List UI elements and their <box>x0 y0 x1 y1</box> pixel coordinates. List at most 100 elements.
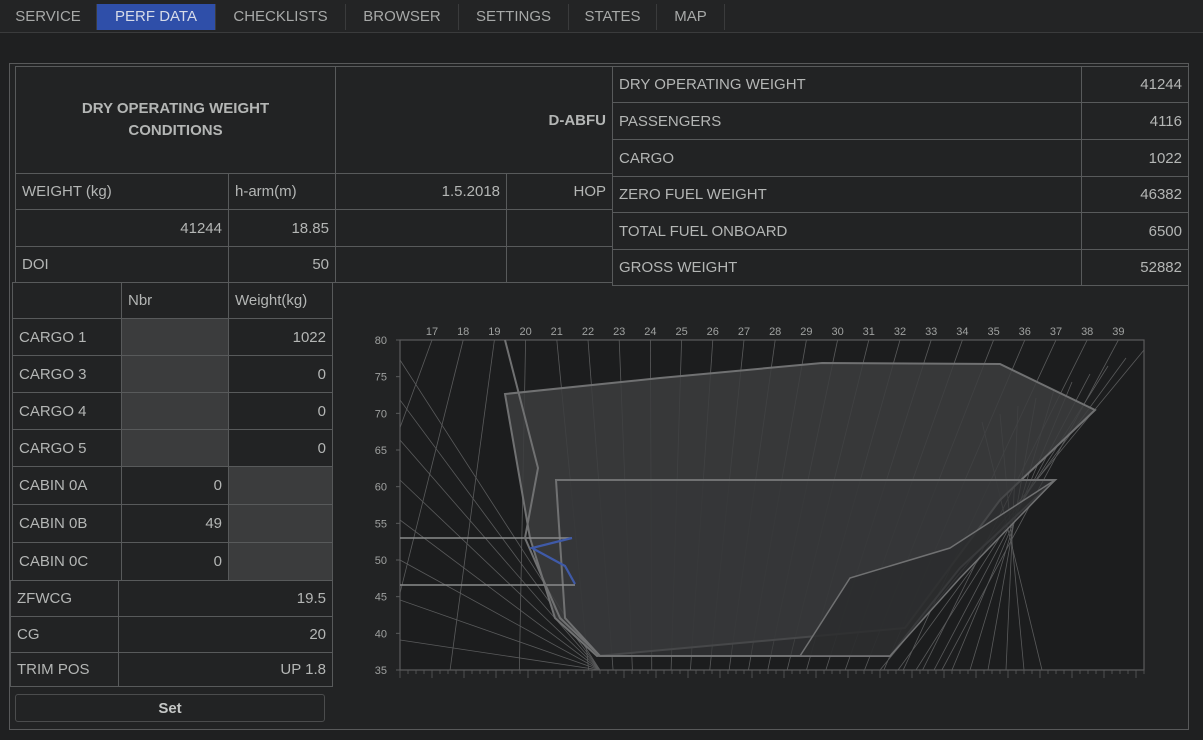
summary-label-dow: DRY OPERATING WEIGHT <box>612 66 1082 103</box>
trim-pos-label: TRIM POS <box>10 652 119 687</box>
cabin-0c-nbr-input[interactable]: 0 <box>121 542 229 581</box>
harm-value: 18.85 <box>228 209 336 247</box>
dow-weight-value: 41244 <box>15 209 229 247</box>
summary-value-cargo: 1022 <box>1081 139 1189 177</box>
cabin-0b-weight-disabled <box>228 504 333 543</box>
dow-conditions-title: DRY OPERATING WEIGHT CONDITIONS <box>15 66 336 174</box>
x-tick-label: 31 <box>863 326 875 338</box>
x-tick-label: 23 <box>613 326 625 338</box>
harm-label: h-arm(m) <box>228 173 336 210</box>
tab-checklists[interactable]: CHECKLISTS <box>216 4 346 30</box>
x-tick-label: 26 <box>707 326 719 338</box>
y-tick-label: 45 <box>375 592 387 604</box>
cargo-1-nbr-disabled <box>121 318 229 356</box>
cg-label: CG <box>10 616 119 653</box>
weight-column-header: Weight(kg) <box>228 282 333 319</box>
x-tick-label: 18 <box>457 326 469 338</box>
tab-states[interactable]: STATES <box>569 4 657 30</box>
registration: D-ABFU <box>335 66 613 174</box>
summary-label-gross: GROSS WEIGHT <box>612 249 1082 286</box>
summary-label-cargo: CARGO <box>612 139 1082 177</box>
weight-label: WEIGHT (kg) <box>15 173 229 210</box>
tab-settings[interactable]: SETTINGS <box>459 4 569 30</box>
x-tick-label: 28 <box>769 326 781 338</box>
cargo-3-nbr-disabled <box>121 355 229 393</box>
cargo-5-nbr-disabled <box>121 429 229 467</box>
x-tick-label: 38 <box>1081 326 1093 338</box>
cabin-0c-label: CABIN 0C <box>12 542 122 581</box>
tab-browser[interactable]: BROWSER <box>346 4 459 30</box>
summary-value-zfw: 46382 <box>1081 176 1189 213</box>
load-header-empty <box>12 282 122 319</box>
doi-label: DOI <box>15 246 229 283</box>
cargo-4-label: CARGO 4 <box>12 392 122 430</box>
y-tick-label: 70 <box>375 408 387 420</box>
cargo-1-label: CARGO 1 <box>12 318 122 356</box>
x-tick-label: 21 <box>551 326 563 338</box>
cabin-0a-label: CABIN 0A <box>12 466 122 505</box>
x-tick-label: 33 <box>925 326 937 338</box>
x-tick-label: 29 <box>800 326 812 338</box>
trim-pos-value: UP 1.8 <box>118 652 333 687</box>
zfwcg-label: ZFWCG <box>10 580 119 617</box>
x-tick-label: 32 <box>894 326 906 338</box>
tab-bar: SERVICE PERF DATA CHECKLISTS BROWSER SET… <box>0 0 1203 33</box>
x-tick-label: 22 <box>582 326 594 338</box>
cabin-0c-weight-disabled <box>228 542 333 581</box>
x-tick-label: 19 <box>488 326 500 338</box>
y-tick-label: 50 <box>375 555 387 567</box>
x-tick-label: 34 <box>956 326 968 338</box>
cg-value: 20 <box>118 616 333 653</box>
y-tick-label: 60 <box>375 482 387 494</box>
summary-label-passengers: PASSENGERS <box>612 102 1082 140</box>
cabin-0a-nbr-input[interactable]: 0 <box>121 466 229 505</box>
y-tick-label: 65 <box>375 445 387 457</box>
set-button[interactable]: Set <box>15 694 325 722</box>
cg-envelope-chart: 17 18 19 20 21 22 23 24 25 26 27 28 29 30 31 32 33 34 35 36… <box>375 326 1145 678</box>
x-tick-label: 20 <box>519 326 531 338</box>
tab-map[interactable]: MAP <box>657 4 725 30</box>
summary-label-fuel: TOTAL FUEL ONBOARD <box>612 212 1082 250</box>
dow-conditions-title-text: DRY OPERATING WEIGHT CONDITIONS <box>81 100 270 139</box>
summary-value-dow: 41244 <box>1081 66 1189 103</box>
cargo-3-weight-input[interactable]: 0 <box>228 355 333 393</box>
y-tick-label: 40 <box>375 628 387 640</box>
x-tick-label: 27 <box>738 326 750 338</box>
x-tick-label: 36 <box>1019 326 1031 338</box>
x-tick-label: 30 <box>831 326 843 338</box>
cargo-4-weight-input[interactable]: 0 <box>228 392 333 430</box>
x-tick-label: 37 <box>1050 326 1062 338</box>
y-tick-label: 80 <box>375 335 387 347</box>
station-value: HOP <box>506 173 613 210</box>
x-tick-label: 17 <box>426 326 438 338</box>
empty-cell <box>506 209 613 247</box>
cargo-1-weight-input[interactable]: 1022 <box>228 318 333 356</box>
cargo-3-label: CARGO 3 <box>12 355 122 393</box>
tab-service[interactable]: SERVICE <box>0 4 97 30</box>
cabin-0b-nbr-input[interactable]: 49 <box>121 504 229 543</box>
x-tick-label: 25 <box>675 326 687 338</box>
x-tick-label: 39 <box>1112 326 1124 338</box>
empty-cell <box>506 246 613 283</box>
date-value: 1.5.2018 <box>335 173 507 210</box>
summary-value-gross: 52882 <box>1081 249 1189 286</box>
cabin-0b-label: CABIN 0B <box>12 504 122 543</box>
x-tick-label: 35 <box>987 326 999 338</box>
cargo-5-label: CARGO 5 <box>12 429 122 467</box>
summary-value-passengers: 4116 <box>1081 102 1189 140</box>
cabin-0a-weight-disabled <box>228 466 333 505</box>
tab-perf-data[interactable]: PERF DATA <box>97 4 216 30</box>
empty-cell <box>335 246 507 283</box>
y-tick-label: 75 <box>375 372 387 384</box>
cargo-4-nbr-disabled <box>121 392 229 430</box>
y-tick-label: 35 <box>375 665 387 677</box>
nbr-column-header: Nbr <box>121 282 229 319</box>
doi-value: 50 <box>228 246 336 283</box>
summary-label-zfw: ZERO FUEL WEIGHT <box>612 176 1082 213</box>
y-tick-label: 55 <box>375 518 387 530</box>
x-tick-label: 24 <box>644 326 656 338</box>
zfwcg-value: 19.5 <box>118 580 333 617</box>
summary-value-fuel: 6500 <box>1081 212 1189 250</box>
empty-cell <box>335 209 507 247</box>
cargo-5-weight-input[interactable]: 0 <box>228 429 333 467</box>
